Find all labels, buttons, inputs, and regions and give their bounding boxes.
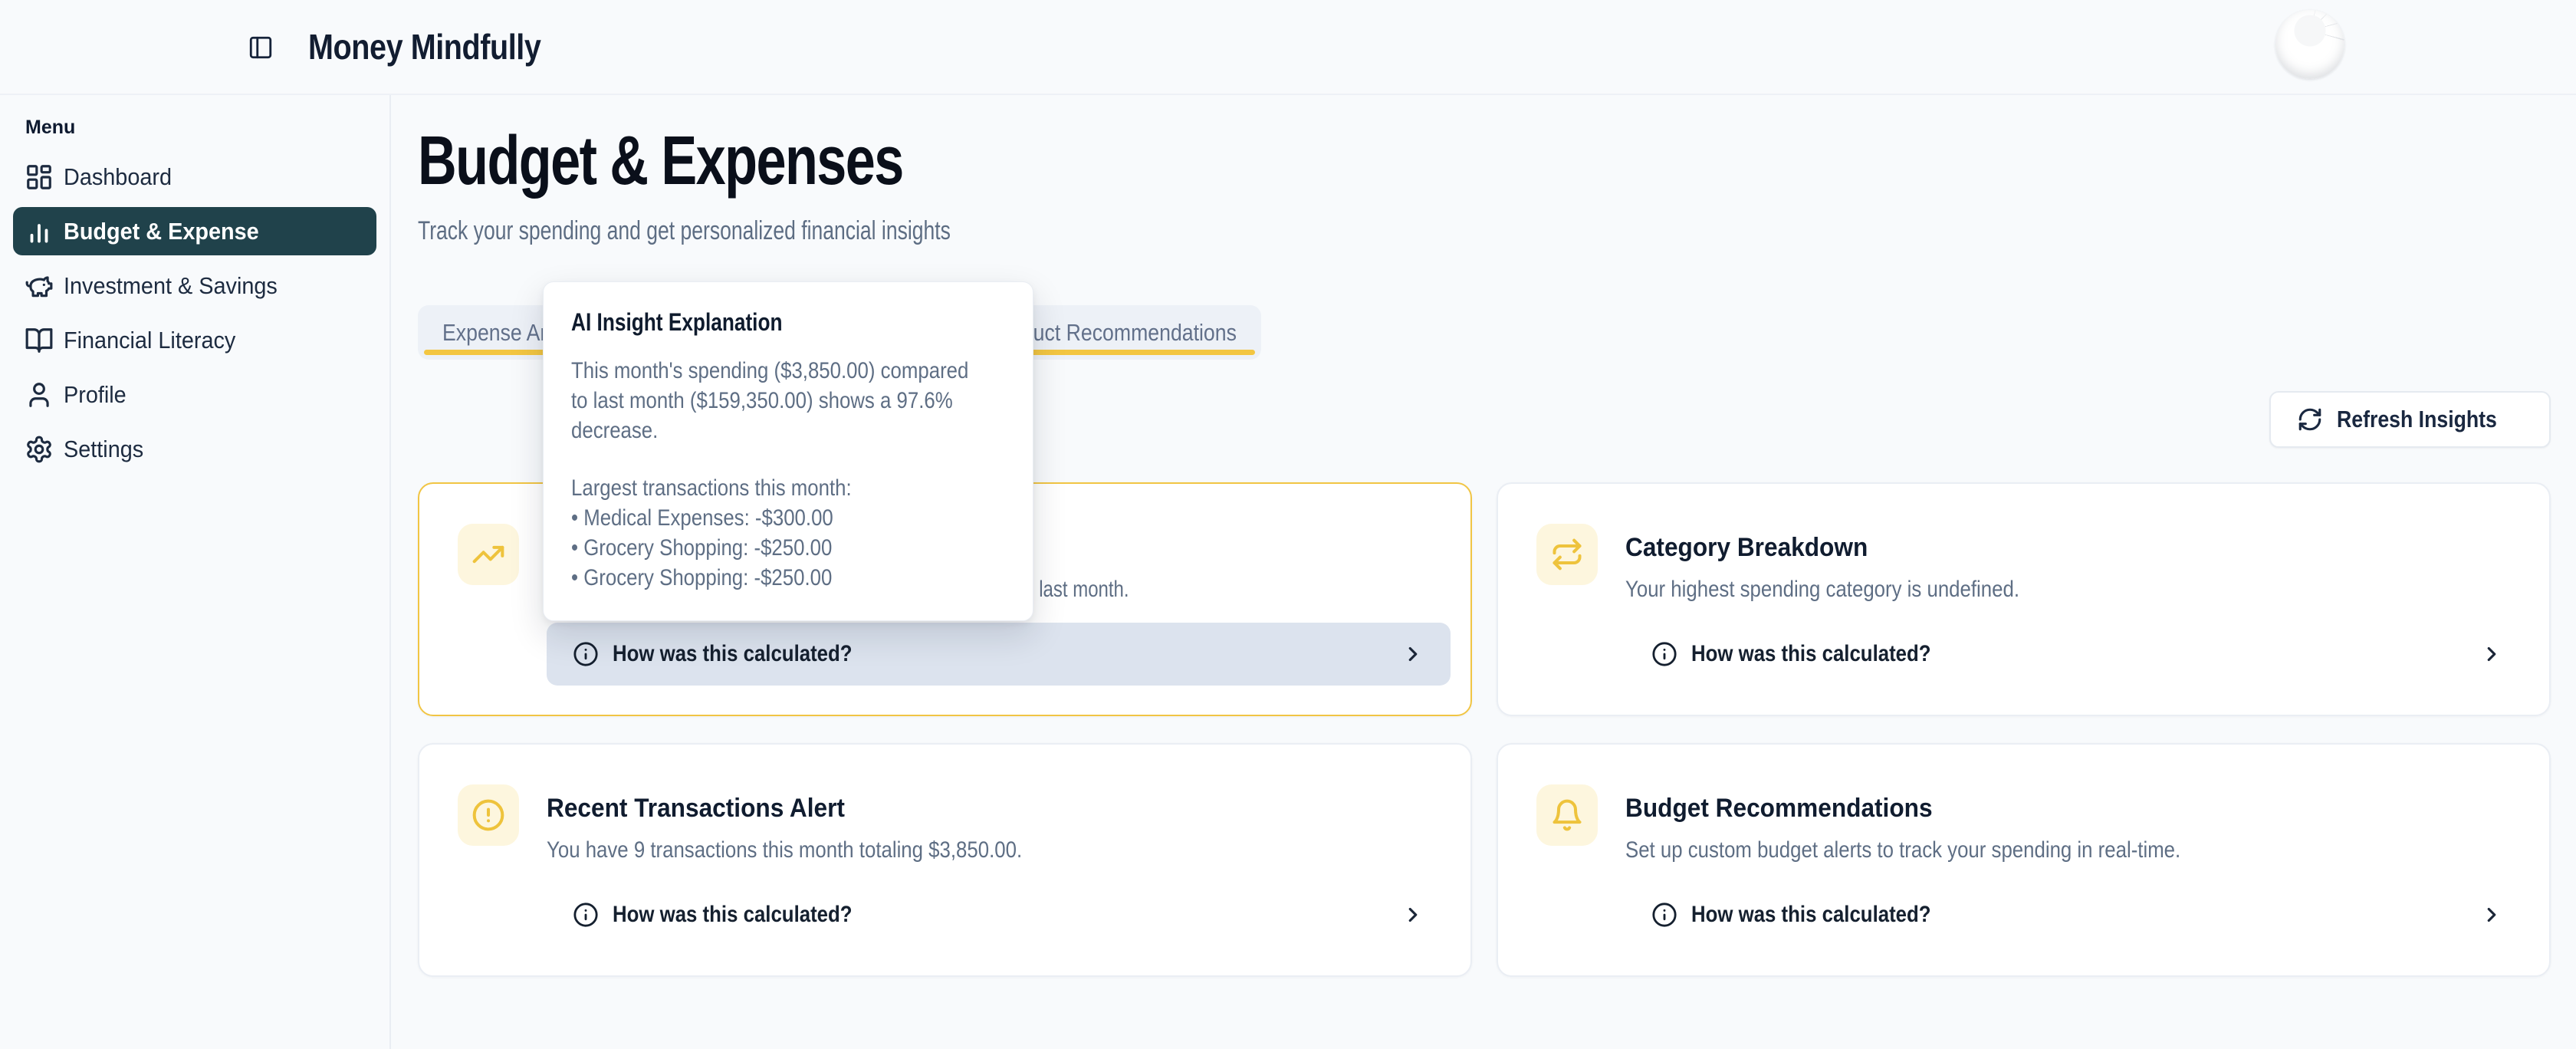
sidebar-nav: Dashboard Budget & Expense Investment & … <box>0 153 389 473</box>
sidebar-toggle-button[interactable] <box>241 28 281 67</box>
piggy-bank-icon <box>25 271 54 301</box>
user-icon <box>25 380 54 409</box>
how-calculated-button[interactable]: How was this calculated? <box>547 883 1451 946</box>
how-calculated-button[interactable]: How was this calculated? <box>1625 623 2529 686</box>
refresh-insights-label: Refresh Insights <box>2337 406 2497 433</box>
chevron-right-icon <box>2480 903 2503 926</box>
card-title: Budget Recommendations <box>1625 794 2529 822</box>
sidebar-item-profile[interactable]: Profile <box>13 370 376 419</box>
card-title: Category Breakdown <box>1625 534 2529 561</box>
sidebar-item-investment-savings[interactable]: Investment & Savings <box>13 261 376 310</box>
trending-up-icon <box>458 524 519 585</box>
layout-dashboard-icon <box>25 163 54 192</box>
info-icon <box>1651 902 1677 928</box>
card-description: You have 9 transactions this month total… <box>547 836 1451 865</box>
info-icon <box>573 641 599 667</box>
card-title: Recent Transactions Alert <box>547 794 1451 822</box>
how-calculated-button[interactable]: How was this calculated? <box>1625 883 2529 946</box>
chevron-right-icon <box>2480 643 2503 666</box>
card-description: Your highest spending category is undefi… <box>1625 575 2529 604</box>
sidebar-item-label: Budget & Expense <box>64 218 259 245</box>
sidebar-menu-label: Menu <box>25 117 389 139</box>
avatar[interactable] <box>2275 10 2344 79</box>
sidebar-item-label: Financial Literacy <box>64 327 235 354</box>
insight-card-category-breakdown: Category Breakdown Your highest spending… <box>1497 482 2551 716</box>
alert-circle-icon <box>458 784 519 846</box>
popover-title: AI Insight Explanation <box>571 307 1005 337</box>
info-icon <box>573 902 599 928</box>
popover-summary: This month's spending ($3,850.00) compar… <box>571 356 1005 446</box>
bell-icon <box>1536 784 1598 846</box>
refresh-insights-button[interactable]: Refresh Insights <box>2269 391 2551 448</box>
app-header: Money Mindfully <box>0 0 2576 95</box>
sidebar-item-label: Settings <box>64 436 143 463</box>
sidebar-item-financial-literacy[interactable]: Financial Literacy <box>13 316 376 364</box>
insight-card-budget-recommendations: Budget Recommendations Set up custom bud… <box>1497 743 2551 977</box>
sidebar-item-label: Profile <box>64 381 127 409</box>
popover-transactions-list: Largest transactions this month: • Medic… <box>571 473 1005 593</box>
book-open-icon <box>25 326 54 355</box>
ai-insight-popover: AI Insight Explanation This month's spen… <box>543 281 1033 621</box>
page-subtitle: Track your spending and get personalized… <box>418 216 1101 246</box>
gear-icon <box>25 435 54 464</box>
transaction-line: • Grocery Shopping: -$250.00 <box>571 533 1005 563</box>
main-content: Budget & Expenses Track your spending an… <box>391 95 2576 1049</box>
repeat-icon <box>1536 524 1598 585</box>
panel-left-icon <box>248 35 274 61</box>
info-icon <box>1651 641 1677 667</box>
chevron-right-icon <box>1401 903 1424 926</box>
chevron-right-icon <box>1401 643 1424 666</box>
insight-card-recent-transactions: Recent Transactions Alert You have 9 tra… <box>418 743 1472 977</box>
sidebar-item-budget-expense[interactable]: Budget & Expense <box>13 207 376 255</box>
sidebar-item-label: Investment & Savings <box>64 272 278 300</box>
sidebar-item-label: Dashboard <box>64 163 172 191</box>
page-title: Budget & Expenses <box>418 123 1040 200</box>
app-window: Money Mindfully Menu Dashboard Budget & … <box>0 0 2576 1049</box>
app-title: Money Mindfully <box>308 25 579 68</box>
sidebar: Menu Dashboard Budget & Expense Investme… <box>0 95 391 1049</box>
transaction-line: • Medical Expenses: -$300.00 <box>571 503 1005 533</box>
sidebar-item-settings[interactable]: Settings <box>13 425 376 473</box>
refresh-icon <box>2297 406 2323 432</box>
transaction-line: • Grocery Shopping: -$250.00 <box>571 563 1005 593</box>
card-description: Set up custom budget alerts to track you… <box>1625 836 2529 865</box>
how-calculated-button[interactable]: How was this calculated? <box>547 623 1451 686</box>
sidebar-item-dashboard[interactable]: Dashboard <box>13 153 376 201</box>
chart-column-icon <box>25 217 54 246</box>
